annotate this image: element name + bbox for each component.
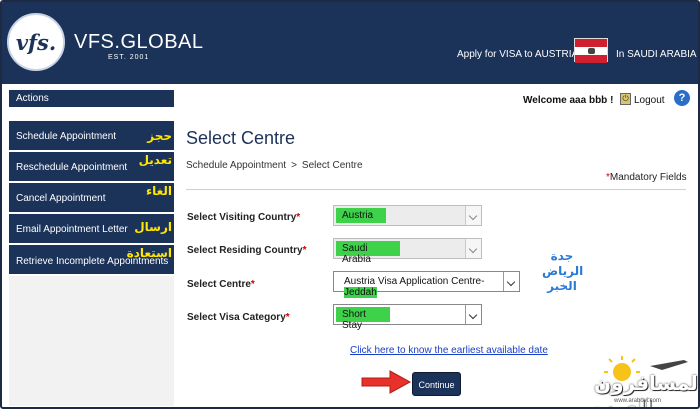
sidebar-item-arabic: تعديل xyxy=(138,153,172,167)
residing-country-label: Select Residing Country* xyxy=(187,245,307,256)
breadcrumb-separator: > xyxy=(291,160,297,171)
chevron-down-icon xyxy=(465,305,481,324)
breadcrumb-item: Select Centre xyxy=(301,160,363,171)
sidebar-item-arabic: ارسال xyxy=(134,220,172,234)
vfs-logo[interactable]: vfs. xyxy=(7,13,65,71)
sidebar-item-label: Schedule Appointment xyxy=(16,131,117,142)
residing-country-select[interactable]: Saudi Arabia xyxy=(333,238,482,265)
sidebar-item-email-letter[interactable]: Email Appointment Letter ارسال xyxy=(9,214,174,243)
sidebar-item-schedule[interactable]: Schedule Appointment حجز xyxy=(9,121,174,150)
centre-select[interactable]: Austria Visa Application Centre-Jeddah xyxy=(333,271,520,298)
sidebar-item-label: Reschedule Appointment xyxy=(16,162,128,173)
chevron-down-icon xyxy=(465,239,481,258)
select-value: Austria Visa Application Centre-Jeddah xyxy=(344,276,485,298)
apply-text: Apply for VISA to AUSTRIA xyxy=(457,49,579,60)
watermark-url: www.arabovi.com xyxy=(614,398,662,404)
visa-category-select[interactable]: Short Stay xyxy=(333,304,482,331)
arabic-city: الخبر xyxy=(547,279,577,293)
header: vfs. VFS.GLOBAL EST. 2001 Apply for VISA… xyxy=(2,2,698,84)
sidebar-panel xyxy=(9,276,174,406)
visiting-country-select[interactable]: Austria xyxy=(333,205,482,226)
logo-text: vfs. xyxy=(15,29,57,55)
logout-icon[interactable]: ⏻ xyxy=(620,93,631,105)
continue-button[interactable]: Continue xyxy=(412,372,461,396)
logout-link[interactable]: Logout xyxy=(634,95,665,106)
sidebar-item-label: Cancel Appointment xyxy=(16,193,106,204)
select-value: Short Stay xyxy=(336,307,390,331)
visa-category-label: Select Visa Category* xyxy=(187,312,290,323)
divider xyxy=(186,189,686,190)
earliest-date-link[interactable]: Click here to know the earliest availabl… xyxy=(350,345,548,356)
select-value: Austria xyxy=(336,208,386,223)
welcome-text: Welcome aaa bbb ! xyxy=(523,95,614,106)
sidebar-item-arabic: استعادة xyxy=(126,246,172,260)
breadcrumb: Schedule Appointment > Select Centre xyxy=(186,160,363,171)
visiting-country-label: Select Visiting Country* xyxy=(187,212,301,223)
arabic-cities-note: جدة الرياض الخبر xyxy=(542,249,584,294)
select-value: Saudi Arabia xyxy=(336,241,400,265)
mandatory-note: *Mandatory Fields xyxy=(606,172,687,183)
sidebar-item-label: Email Appointment Letter xyxy=(16,224,128,235)
sidebar-item-arabic: الغاء xyxy=(145,184,172,198)
arabic-city: جدة xyxy=(550,249,574,263)
country-text: In SAUDI ARABIA xyxy=(616,49,697,60)
sidebar-item-arabic: حجز xyxy=(147,129,172,143)
sidebar-item-retrieve[interactable]: Retrieve Incomplete Appointments استعادة xyxy=(9,245,174,274)
chevron-down-icon xyxy=(503,272,519,291)
brand-name: VFS.GLOBAL xyxy=(74,31,204,53)
arabic-city: الرياض xyxy=(542,264,584,278)
austria-flag-icon xyxy=(574,38,608,63)
page-title: Select Centre xyxy=(186,128,296,148)
chevron-down-icon xyxy=(465,206,481,225)
centre-label: Select Centre* xyxy=(187,279,255,290)
brand-est: EST. 2001 xyxy=(108,54,150,61)
app-frame: vfs. VFS.GLOBAL EST. 2001 Apply for VISA… xyxy=(0,0,700,409)
sidebar-item-cancel[interactable]: Cancel Appointment الغاء xyxy=(9,183,174,212)
mandatory-text: Mandatory Fields xyxy=(609,172,687,183)
help-icon[interactable]: ? xyxy=(674,90,690,106)
red-arrow-icon xyxy=(361,370,412,394)
actions-header: Actions xyxy=(9,90,174,107)
sidebar-item-reschedule[interactable]: Reschedule Appointment تعديل xyxy=(9,152,174,181)
breadcrumb-item[interactable]: Schedule Appointment xyxy=(186,160,286,171)
